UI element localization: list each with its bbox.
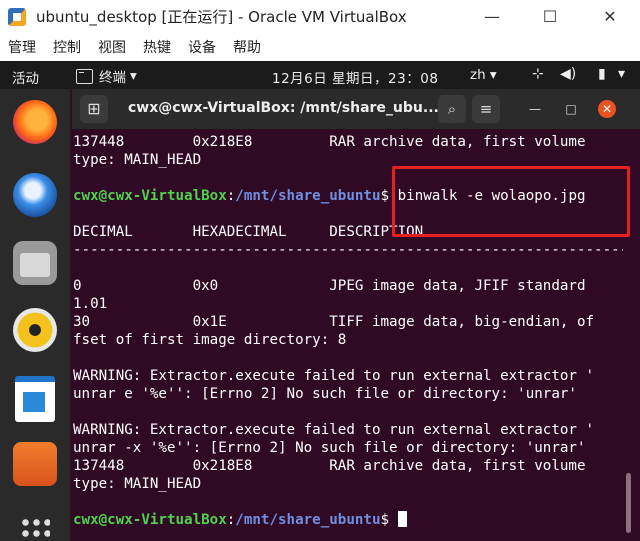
menu-help[interactable]: 帮助 xyxy=(233,37,261,57)
terminal-scrollbar[interactable] xyxy=(626,473,631,533)
prompt-separator: : xyxy=(226,188,236,204)
output-line: unrar -x '%e'': [Errno 2] No such file o… xyxy=(73,440,586,456)
terminal-title: cwx@cwx-VirtualBox: /mnt/share_ubu... xyxy=(128,100,439,116)
output-line: WARNING: Extractor.execute failed to run… xyxy=(73,422,595,438)
virtualbox-title-bar: ubuntu_desktop [正在运行] - Oracle VM Virtua… xyxy=(0,0,640,33)
output-line: 137448 0x218E8 RAR archive data, first v… xyxy=(73,458,586,474)
maximize-button[interactable]: ☐ xyxy=(522,0,578,33)
network-icon[interactable]: ⊹ xyxy=(532,66,544,82)
terminal-header-bar: ⊞ cwx@cwx-VirtualBox: /mnt/share_ubu... … xyxy=(72,89,640,129)
app-menu[interactable]: 终端 ▾ xyxy=(76,66,137,86)
gnome-top-bar: 活动 终端 ▾ 12月6日 星期日，23：08 zh ▾ ⊹ ◀) ▮ ▾ xyxy=(0,61,640,89)
terminal-minimize-button[interactable]: — xyxy=(526,100,544,118)
output-line: 30 0x1E TIFF image data, big-endian, of xyxy=(73,314,595,330)
output-line: 0 0x0 JPEG image data, JFIF standard xyxy=(73,278,586,294)
volume-icon[interactable]: ◀) xyxy=(560,66,576,82)
rhythmbox-icon[interactable] xyxy=(13,308,57,352)
prompt-user: cwx@cwx-VirtualBox xyxy=(73,512,227,528)
output-line: fset of first image directory: 8 xyxy=(73,332,347,348)
activities-button[interactable]: 活动 xyxy=(12,67,39,87)
chevron-down-icon: ▾ xyxy=(130,68,137,84)
minimize-button[interactable]: — xyxy=(464,0,520,33)
battery-icon[interactable]: ▮ xyxy=(598,66,606,82)
output-line: 1.01 xyxy=(73,296,108,312)
prompt-path: /mnt/share_ubuntu xyxy=(235,188,381,204)
system-menu-chevron-icon[interactable]: ▾ xyxy=(618,66,625,82)
app-menu-label: 终端 xyxy=(99,70,126,86)
prompt-end: $ xyxy=(380,512,398,528)
prompt-separator: : xyxy=(226,512,236,528)
close-button[interactable]: ✕ xyxy=(582,0,638,33)
firefox-icon[interactable] xyxy=(13,100,57,144)
show-applications-icon[interactable] xyxy=(20,517,50,541)
menu-hotkeys[interactable]: 热键 xyxy=(143,37,171,57)
terminal-window: ⊞ cwx@cwx-VirtualBox: /mnt/share_ubu... … xyxy=(72,89,640,541)
output-line: WARNING: Extractor.execute failed to run… xyxy=(73,368,595,384)
search-button[interactable]: ⌕ xyxy=(438,95,466,123)
output-line: 137448 0x218E8 RAR archive data, first v… xyxy=(73,134,586,150)
thunderbird-icon[interactable] xyxy=(13,173,57,217)
menu-control[interactable]: 控制 xyxy=(53,37,81,57)
ubuntu-software-icon[interactable] xyxy=(13,442,57,486)
menu-view[interactable]: 视图 xyxy=(98,37,126,57)
prompt-path: /mnt/share_ubuntu xyxy=(235,512,381,528)
hamburger-menu-button[interactable]: ≡ xyxy=(472,95,500,123)
output-line: unrar e '%e'': [Errno 2] No such file or… xyxy=(73,386,577,402)
dock xyxy=(0,89,70,541)
menu-manage[interactable]: 管理 xyxy=(8,37,36,57)
virtualbox-logo-icon xyxy=(8,7,26,26)
libreoffice-writer-icon[interactable] xyxy=(15,376,55,422)
files-icon[interactable] xyxy=(13,241,57,285)
terminal-icon xyxy=(76,68,93,84)
highlight-annotation-box xyxy=(392,166,630,237)
window-title: ubuntu_desktop [正在运行] - Oracle VM Virtua… xyxy=(36,8,407,26)
text-cursor xyxy=(397,511,407,527)
output-line: type: MAIN_HEAD xyxy=(73,476,202,492)
terminal-close-button[interactable]: ✕ xyxy=(598,100,616,118)
clock[interactable]: 12月6日 星期日，23：08 xyxy=(272,67,438,87)
menu-devices[interactable]: 设备 xyxy=(188,37,216,57)
prompt-user: cwx@cwx-VirtualBox xyxy=(73,188,227,204)
new-tab-button[interactable]: ⊞ xyxy=(80,95,108,123)
terminal-maximize-button[interactable]: □ xyxy=(562,100,580,118)
virtualbox-menu-bar: 管理 控制 视图 热键 设备 帮助 xyxy=(0,33,640,61)
output-line: ----------------------------------------… xyxy=(73,242,623,258)
input-method-indicator[interactable]: zh ▾ xyxy=(470,67,497,83)
guest-screen: 活动 终端 ▾ 12月6日 星期日，23：08 zh ▾ ⊹ ◀) ▮ ▾ ⊞ … xyxy=(0,61,640,541)
current-prompt-line: cwx@cwx-VirtualBox:/mnt/share_ubuntu$ xyxy=(73,511,623,529)
